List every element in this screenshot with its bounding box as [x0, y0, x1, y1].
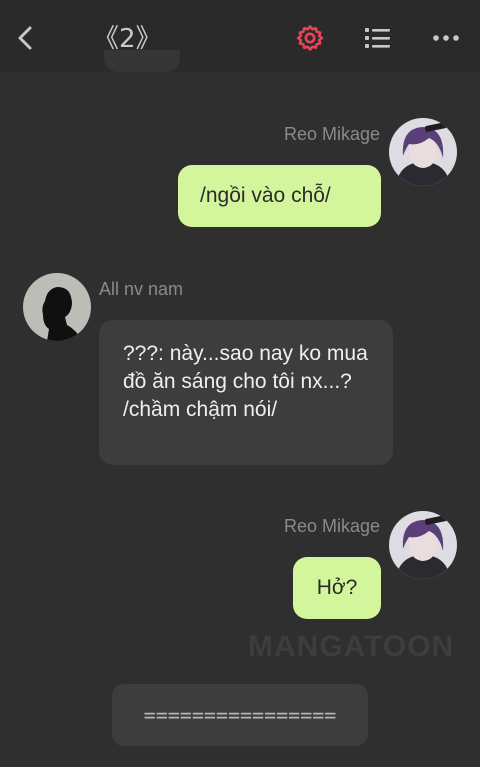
- message-text: /ngồi vào chỗ/: [200, 184, 331, 207]
- settings-icon[interactable]: [296, 24, 324, 52]
- message-text: Hở?: [316, 576, 358, 599]
- message-bubble: ???: này...sao nay ko mua đồ ăn sáng cho…: [99, 320, 393, 465]
- avatar-reo-icon: [389, 118, 457, 186]
- avatar[interactable]: [389, 118, 457, 186]
- avatar-reo-icon: [389, 511, 457, 579]
- previous-bubble-edge: [104, 50, 180, 72]
- scene-divider: ================: [112, 684, 368, 746]
- message-bubble: Hở?: [293, 557, 381, 619]
- avatar[interactable]: [389, 511, 457, 579]
- more-icon[interactable]: [432, 34, 460, 42]
- list-icon[interactable]: [364, 26, 392, 50]
- sender-name: All nv nam: [99, 279, 184, 299]
- sender-name: Reo Mikage: [283, 124, 380, 144]
- message-text: ???: này...sao nay ko mua đồ ăn sáng cho…: [123, 342, 368, 421]
- top-bar: [0, 0, 480, 72]
- silhouette-icon: [23, 273, 91, 341]
- back-icon[interactable]: [12, 24, 40, 52]
- avatar[interactable]: [23, 273, 91, 341]
- watermark: MANGATOON: [248, 630, 455, 663]
- sender-name: Reo Mikage: [283, 516, 380, 536]
- message-bubble: /ngồi vào chỗ/: [178, 165, 381, 227]
